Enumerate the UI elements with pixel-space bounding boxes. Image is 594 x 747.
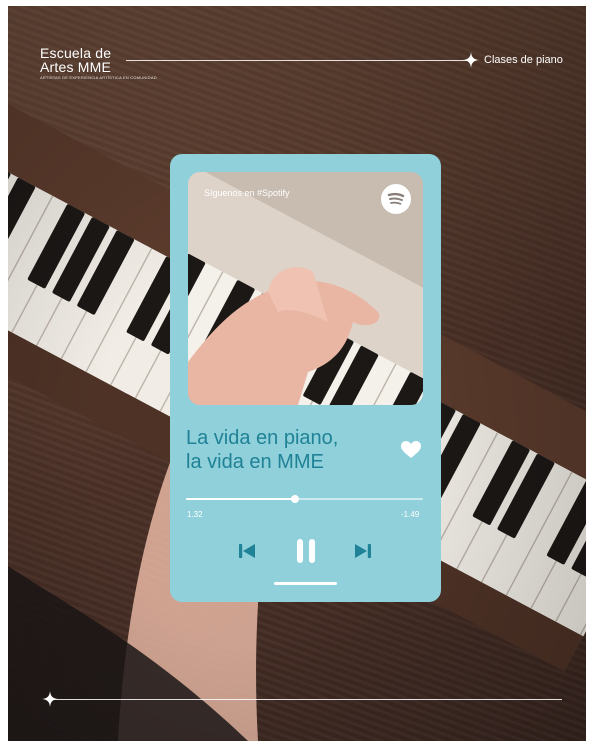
footer-divider	[50, 699, 562, 700]
sparkle-star-icon	[42, 691, 58, 707]
header-divider	[126, 60, 471, 61]
skip-next-icon	[355, 544, 371, 558]
album-artwork: Síguenos en #Spotify	[188, 172, 423, 405]
music-player-card: Síguenos en #Spotify La vida en piano, l…	[170, 154, 441, 602]
track-title-line-1: La vida en piano,	[186, 427, 339, 449]
skip-previous-icon	[239, 544, 255, 558]
poster: Escuela de Artes MME ARTISTAS DE EXPERIE…	[8, 6, 586, 741]
progress-fill	[186, 498, 296, 500]
remaining-time: -1.49	[401, 510, 420, 519]
spotify-icon[interactable]	[381, 184, 411, 214]
pause-icon	[297, 539, 315, 563]
previous-button[interactable]	[238, 542, 256, 560]
next-button[interactable]	[354, 542, 372, 560]
track-title-line-2: la vida en MME	[186, 451, 324, 473]
follow-spotify-text: Síguenos en #Spotify	[204, 188, 290, 198]
brand-name-line-2: Artes MME	[40, 59, 112, 75]
elapsed-time: 1.32	[187, 510, 203, 519]
brand-tagline: ARTISTAS DE EXPERIENCIA ARTÍSTICA EN COM…	[40, 75, 157, 80]
brand-name-line-1: Escuela de	[40, 45, 112, 61]
header-label: Clases de piano	[484, 54, 563, 66]
progress-thumb[interactable]	[291, 495, 300, 503]
brand-logo: Escuela de Artes MME ARTISTAS DE EXPERIE…	[40, 46, 157, 80]
progress-bar[interactable]	[186, 495, 423, 503]
track-title: La vida en piano, la vida en MME	[186, 426, 338, 474]
heart-icon[interactable]	[401, 441, 421, 459]
home-indicator	[274, 582, 337, 585]
pause-button[interactable]	[296, 538, 316, 564]
sparkle-star-icon	[463, 52, 479, 68]
